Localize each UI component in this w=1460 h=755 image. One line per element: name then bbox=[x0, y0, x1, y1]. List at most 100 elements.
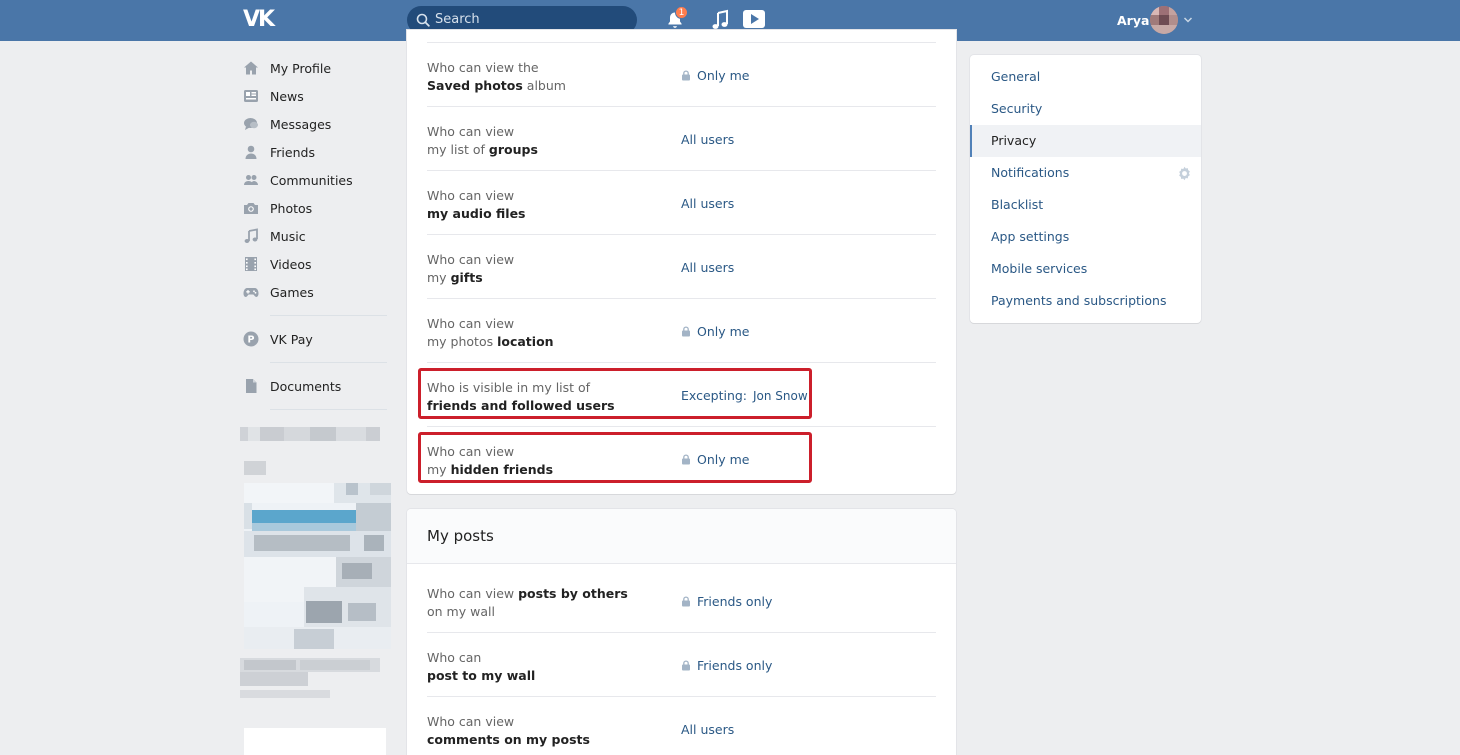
settings-menu: General Security Privacy Notifications B… bbox=[970, 55, 1201, 323]
film-icon bbox=[245, 257, 257, 271]
highlight-box bbox=[418, 368, 812, 419]
messages-icon bbox=[244, 118, 258, 130]
notification-badge: 1 bbox=[675, 6, 688, 19]
user-name[interactable]: Arya bbox=[1117, 13, 1149, 28]
search-placeholder: Search bbox=[435, 12, 480, 27]
sidebar-item-friends[interactable]: Friends bbox=[240, 140, 390, 164]
document-icon bbox=[246, 379, 257, 393]
posts-row-post-to-wall: Who can post to my wall Friends only bbox=[427, 633, 936, 697]
settings-menu-label: Blacklist bbox=[991, 197, 1044, 212]
svg-text:P: P bbox=[248, 335, 255, 346]
sidebar-item-videos[interactable]: Videos bbox=[240, 252, 390, 276]
sidebar-item-my-profile[interactable]: My Profile bbox=[240, 56, 390, 80]
music-note-icon[interactable] bbox=[710, 9, 730, 31]
sidebar-item-documents[interactable]: Documents bbox=[240, 374, 390, 398]
home-icon bbox=[244, 61, 258, 75]
privacy-question: Who can view my list of groups bbox=[427, 124, 538, 157]
settings-menu-label: Payments and subscriptions bbox=[991, 293, 1167, 308]
privacy-question: Who can view my photos location bbox=[427, 316, 554, 349]
settings-menu-label: Mobile services bbox=[991, 261, 1088, 276]
privacy-value-dropdown[interactable]: All users bbox=[681, 722, 734, 737]
sidebar-divider bbox=[270, 315, 387, 316]
settings-menu-item-security[interactable]: Security bbox=[970, 93, 1201, 125]
privacy-question: Who can view my audio files bbox=[427, 188, 526, 221]
sidebar-divider bbox=[270, 362, 387, 363]
sidebar-item-label: My Profile bbox=[270, 61, 332, 76]
vkpay-icon: P bbox=[243, 331, 259, 347]
news-icon bbox=[244, 90, 258, 102]
settings-menu-label: App settings bbox=[991, 229, 1070, 244]
lock-icon bbox=[682, 596, 690, 607]
friend-icon bbox=[245, 145, 257, 159]
sidebar-item-label: Documents bbox=[270, 379, 342, 394]
posts-row-comments: Who can view comments on my posts All use… bbox=[427, 697, 936, 755]
settings-menu-item-payments[interactable]: Payments and subscriptions bbox=[970, 285, 1201, 317]
sidebar-item-label: Videos bbox=[270, 257, 312, 272]
sidebar-item-games[interactable]: Games bbox=[240, 280, 390, 304]
blurred-ad-card bbox=[244, 728, 386, 755]
settings-menu-label: Privacy bbox=[991, 133, 1037, 148]
privacy-row-location: Who can view my photos location Only me bbox=[427, 299, 936, 363]
settings-menu-item-mobile-services[interactable]: Mobile services bbox=[970, 253, 1201, 285]
privacy-row-saved-photos: Who can view the Saved photos album Only … bbox=[427, 43, 936, 107]
gamepad-icon bbox=[243, 288, 259, 297]
sidebar-item-label: Friends bbox=[270, 145, 315, 160]
sidebar-item-label: VK Pay bbox=[270, 332, 313, 347]
sidebar-item-music[interactable]: Music bbox=[240, 224, 390, 248]
sidebar-item-label: News bbox=[270, 89, 304, 104]
settings-menu-item-privacy[interactable]: Privacy bbox=[970, 125, 1201, 157]
privacy-question: Who can view posts by others on my wall bbox=[427, 586, 628, 619]
posts-row-view-others: Who can view posts by others on my wall F… bbox=[427, 569, 936, 633]
privacy-row-gifts: Who can view my gifts All users bbox=[427, 235, 936, 299]
settings-menu-item-general[interactable]: General bbox=[970, 61, 1201, 93]
sidebar-item-label: Music bbox=[270, 229, 306, 244]
sidebar-divider bbox=[270, 409, 387, 410]
privacy-settings-card: Who can view the Saved photos album Only … bbox=[407, 30, 956, 494]
sidebar-item-news[interactable]: News bbox=[240, 84, 390, 108]
settings-menu-item-app-settings[interactable]: App settings bbox=[970, 221, 1201, 253]
sidebar-item-label: Communities bbox=[270, 173, 353, 188]
privacy-question: Who can view my gifts bbox=[427, 252, 515, 285]
highlight-box bbox=[418, 432, 812, 483]
blurred-ad-text bbox=[240, 658, 380, 698]
sidebar-item-label: Games bbox=[270, 285, 314, 300]
avatar[interactable] bbox=[1150, 6, 1178, 34]
privacy-value-dropdown[interactable]: Only me bbox=[681, 324, 749, 339]
privacy-question: Who can view comments on my posts bbox=[427, 714, 590, 747]
settings-menu-item-blacklist[interactable]: Blacklist bbox=[970, 189, 1201, 221]
chevron-down-icon[interactable] bbox=[1183, 15, 1193, 25]
sidebar-item-label: Messages bbox=[270, 117, 332, 132]
settings-menu-label: General bbox=[991, 69, 1041, 84]
section-title: My posts bbox=[427, 527, 494, 545]
vk-logo[interactable]: VK bbox=[243, 9, 277, 31]
sidebar-item-label: Photos bbox=[270, 201, 313, 216]
camera-icon bbox=[244, 203, 258, 214]
blurred-ad-image bbox=[244, 483, 391, 649]
lock-icon bbox=[682, 326, 690, 337]
blurred-ad-block bbox=[240, 427, 380, 441]
privacy-question: Who can view the Saved photos album bbox=[427, 60, 566, 93]
sidebar-item-photos[interactable]: Photos bbox=[240, 196, 390, 220]
privacy-value-dropdown[interactable]: Only me bbox=[681, 68, 749, 83]
music-note-icon bbox=[244, 228, 258, 243]
privacy-row-audio: Who can view my audio files All users bbox=[427, 171, 936, 235]
sidebar-item-communities[interactable]: Communities bbox=[240, 168, 390, 192]
privacy-value-dropdown[interactable]: Friends only bbox=[681, 594, 772, 609]
privacy-question: Who can post to my wall bbox=[427, 650, 536, 683]
privacy-value-dropdown[interactable]: All users bbox=[681, 260, 734, 275]
gear-icon[interactable] bbox=[1177, 166, 1192, 181]
settings-menu-label: Security bbox=[991, 101, 1043, 116]
settings-menu-item-notifications[interactable]: Notifications bbox=[970, 157, 1201, 189]
privacy-value-dropdown[interactable]: All users bbox=[681, 132, 734, 147]
lock-icon bbox=[682, 70, 690, 81]
privacy-value-dropdown[interactable]: Friends only bbox=[681, 658, 772, 673]
blurred-ad-block bbox=[244, 461, 266, 475]
section-header: My posts bbox=[407, 509, 956, 564]
search-icon bbox=[416, 13, 430, 27]
privacy-value-dropdown[interactable]: All users bbox=[681, 196, 734, 211]
communities-icon bbox=[244, 175, 258, 185]
sidebar-item-messages[interactable]: Messages bbox=[240, 112, 390, 136]
lock-icon bbox=[682, 660, 690, 671]
sidebar-item-vk-pay[interactable]: P VK Pay bbox=[240, 327, 390, 351]
play-icon[interactable] bbox=[742, 9, 766, 29]
